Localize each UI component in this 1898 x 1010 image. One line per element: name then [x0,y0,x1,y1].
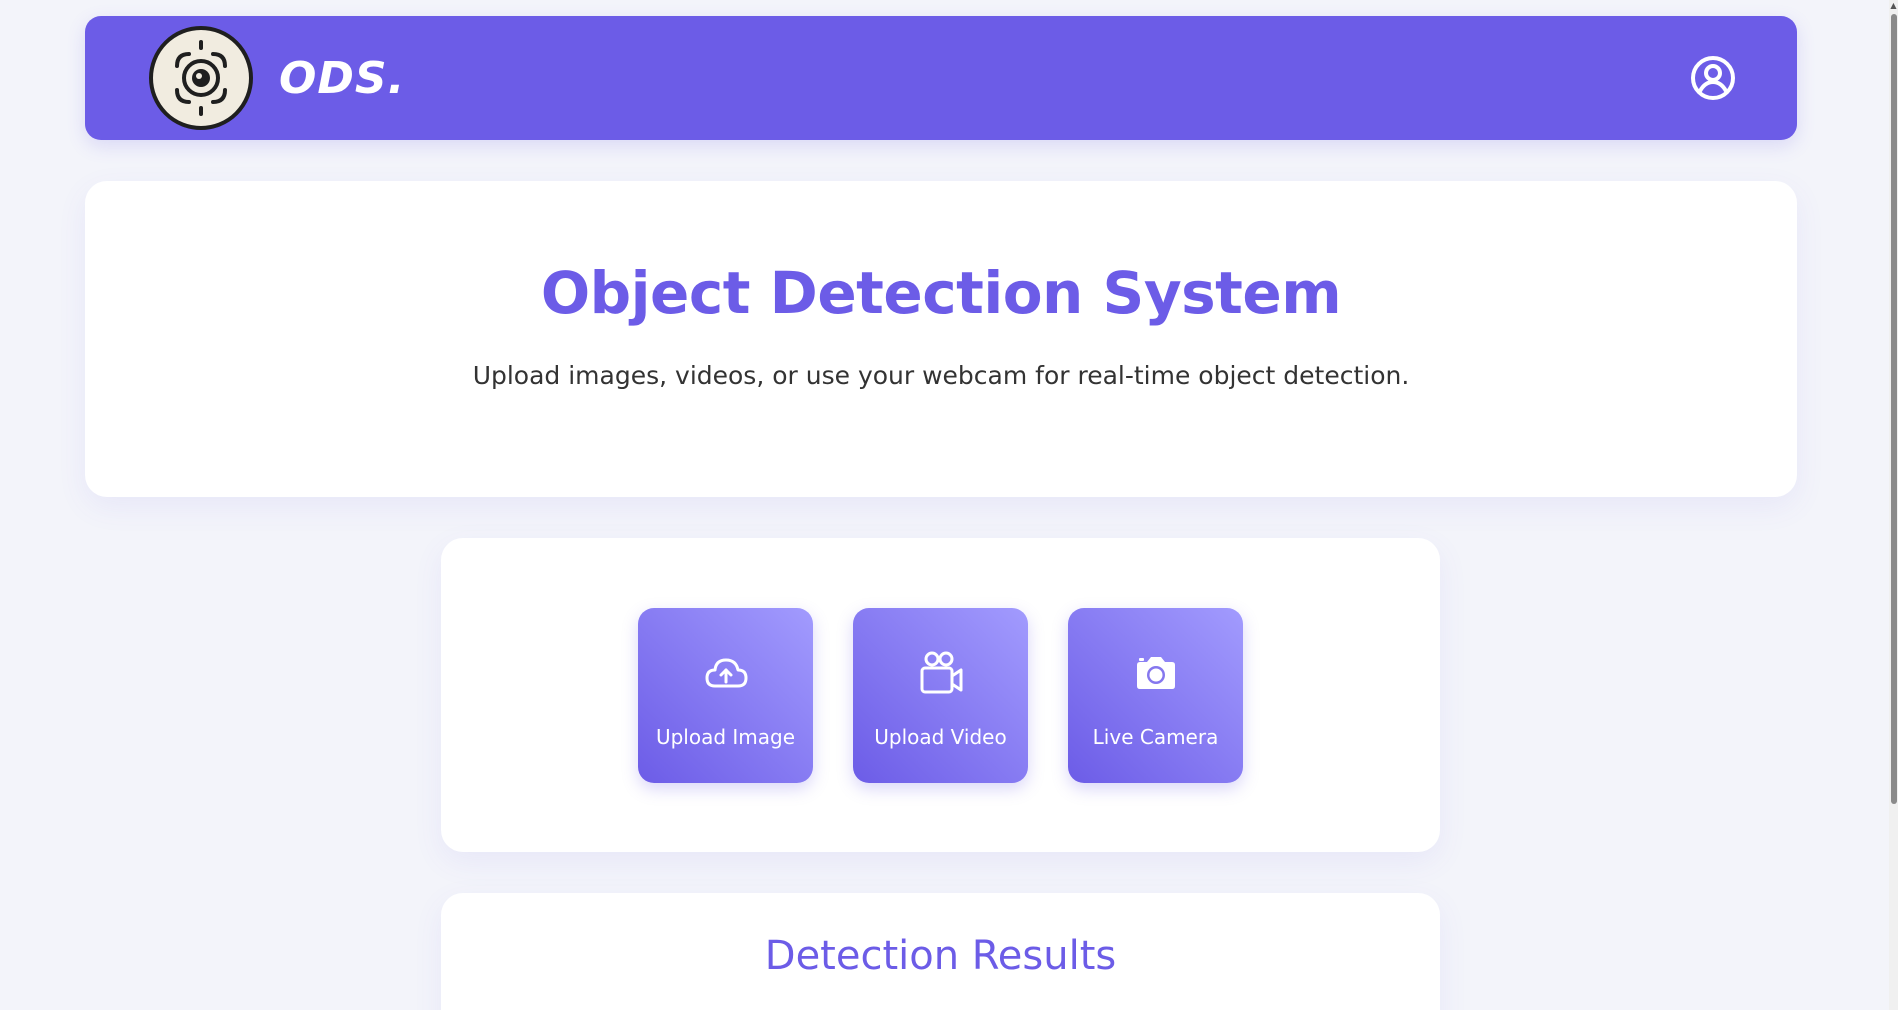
scroll-up-arrow-icon[interactable]: ▲ [1890,0,1897,12]
user-circle-icon[interactable] [1689,54,1737,102]
brand-name: ODS. [279,52,406,104]
upload-video-label: Upload Video [874,725,1007,749]
input-options-card: Upload Image Upload Video Live Camera [441,538,1440,852]
navbar: ODS. [85,16,1797,140]
camera-icon [1133,647,1179,699]
scrollbar-thumb[interactable] [1891,14,1897,804]
page-title: Object Detection System [540,259,1342,327]
detection-results-card: Detection Results [441,893,1440,1010]
upload-image-button[interactable]: Upload Image [638,607,813,783]
cloud-upload-icon [703,647,749,699]
hero-card: Object Detection System Upload images, v… [85,181,1797,497]
page-subtitle: Upload images, videos, or use your webca… [472,361,1410,390]
live-camera-button[interactable]: Live Camera [1068,607,1243,783]
page: ODS. Object Detection System Upload imag… [0,0,1898,1010]
upload-video-button[interactable]: Upload Video [853,607,1028,783]
live-camera-label: Live Camera [1092,725,1219,749]
brand[interactable]: ODS. [149,26,405,130]
vertical-scrollbar[interactable]: ▲ [1889,0,1898,1010]
camera-lens-logo-icon [149,26,253,130]
results-title: Detection Results [764,933,1117,979]
video-camera-icon [918,647,964,699]
upload-image-label: Upload Image [655,725,796,749]
